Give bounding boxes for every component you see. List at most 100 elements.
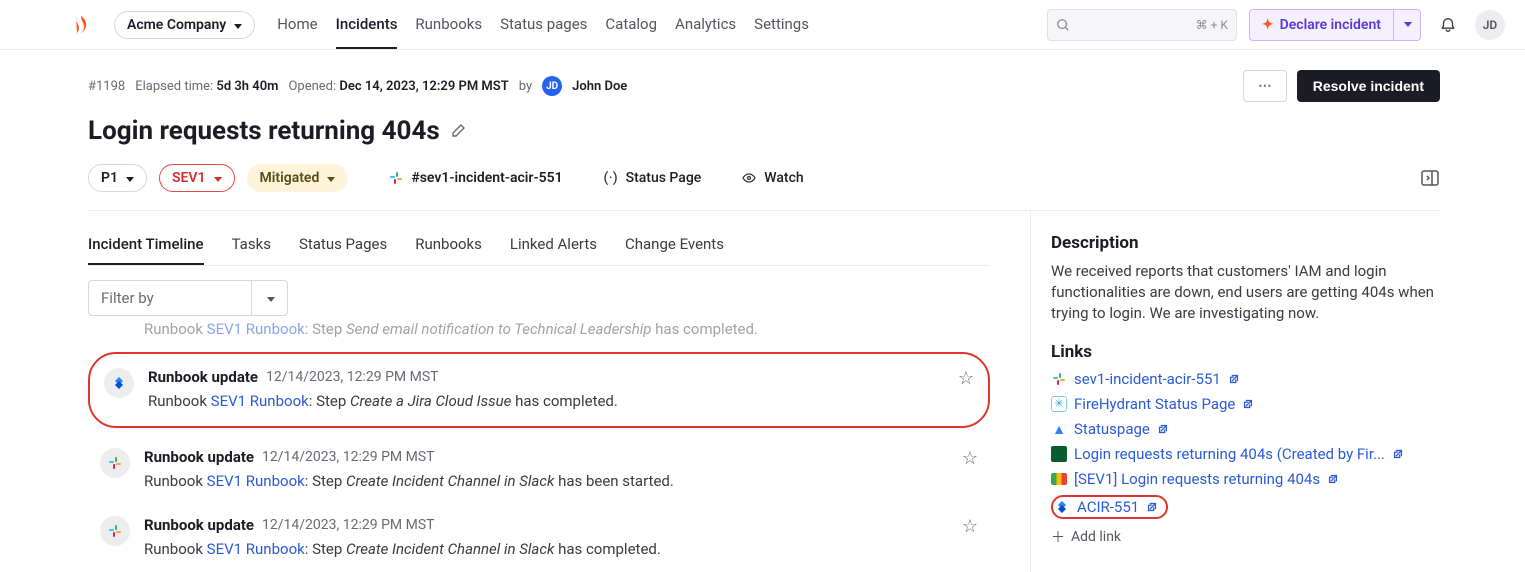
sidebar-link: ACIR-551: [1051, 495, 1168, 519]
event-body: Runbook SEV1 Runbook: Step Create Incide…: [144, 472, 948, 490]
plus-icon: ＋: [1051, 527, 1065, 547]
tab-linked-alerts[interactable]: Linked Alerts: [510, 225, 597, 265]
event-timestamp: 12/14/2023, 12:29 PM MST: [266, 369, 438, 385]
declare-label: Declare incident: [1280, 17, 1381, 33]
by-label: by: [519, 79, 532, 94]
external-icon: [1327, 473, 1339, 485]
star-button[interactable]: ☆: [958, 368, 974, 389]
search-icon: [1056, 18, 1070, 32]
sidebar-link: Login requests returning 404s (Created b…: [1051, 445, 1440, 463]
tab-runbooks[interactable]: Runbooks: [415, 225, 482, 265]
event-title: Runbook update: [148, 368, 258, 386]
org-name: Acme Company: [127, 17, 226, 33]
declare-split-button[interactable]: [1393, 10, 1420, 40]
tab-status-pages[interactable]: Status Pages: [299, 225, 387, 265]
search-kbd: ⌘ + K: [1196, 18, 1228, 32]
sidebar-link: ✳ FireHydrant Status Page: [1051, 395, 1440, 413]
incident-title: Login requests returning 404s: [88, 116, 440, 146]
resolve-incident-button[interactable]: Resolve incident: [1297, 70, 1440, 102]
external-icon: [1392, 448, 1404, 460]
sidebar-link-anchor[interactable]: Statuspage: [1074, 420, 1150, 438]
declare-incident-button[interactable]: ✦ Declare incident: [1249, 9, 1421, 41]
status-page-link[interactable]: (⋅) Status Page: [603, 170, 702, 186]
watch-button[interactable]: Watch: [741, 170, 803, 186]
search-input[interactable]: ⌘ + K: [1047, 9, 1237, 41]
link-icon: ✳: [1051, 396, 1067, 412]
runbook-link[interactable]: SEV1 Runbook: [207, 472, 305, 490]
nav-link-analytics[interactable]: Analytics: [675, 1, 736, 49]
nav-link-runbooks[interactable]: Runbooks: [415, 1, 482, 49]
sidebar-link-anchor[interactable]: ACIR-551: [1077, 498, 1139, 516]
event-icon: [104, 368, 134, 398]
star-button[interactable]: ☆: [962, 516, 978, 537]
more-actions-button[interactable]: ⋯: [1243, 70, 1287, 102]
runbook-link[interactable]: SEV1 Runbook: [211, 392, 309, 410]
details-sidebar: Description We received reports that cus…: [1030, 211, 1440, 572]
logo-icon: [70, 13, 94, 37]
filter-dropdown[interactable]: Filter by: [88, 280, 288, 316]
eye-icon: [741, 170, 757, 186]
sidebar-link-anchor[interactable]: sev1-incident-acir-551: [1074, 370, 1221, 388]
event-title: Runbook update: [144, 516, 254, 534]
tab-change-events[interactable]: Change Events: [625, 225, 724, 265]
event-body: Runbook SEV1 Runbook: Step Create Incide…: [144, 540, 948, 558]
notifications-button[interactable]: [1433, 10, 1463, 40]
event-timestamp: 12/14/2023, 12:29 PM MST: [262, 449, 434, 465]
add-link-button[interactable]: ＋ Add link: [1051, 527, 1440, 547]
tab-tasks[interactable]: Tasks: [232, 225, 271, 265]
sidebar-link-anchor[interactable]: FireHydrant Status Page: [1074, 395, 1235, 413]
event-timestamp: 12/14/2023, 12:29 PM MST: [262, 517, 434, 533]
nav-link-settings[interactable]: Settings: [754, 1, 809, 49]
opened-label: Opened:: [288, 79, 336, 94]
event-title: Runbook update: [144, 448, 254, 466]
opened-value: Dec 14, 2023, 12:29 PM MST: [339, 79, 508, 94]
nav-link-catalog[interactable]: Catalog: [605, 1, 657, 49]
chevron-down-icon: [232, 17, 242, 33]
user-avatar[interactable]: JD: [1475, 10, 1505, 40]
slack-channel-label: #sev1-incident-acir-551: [411, 170, 562, 186]
nav-link-home[interactable]: Home: [277, 1, 317, 49]
elapsed-value: 5d 3h 40m: [216, 79, 278, 94]
fire-icon: ✦: [1262, 17, 1274, 33]
star-button[interactable]: ☆: [962, 448, 978, 469]
slack-icon: [388, 170, 404, 186]
external-icon: [1157, 423, 1169, 435]
timeline-cutoff-entry: Runbook SEV1 Runbook: Step Send email no…: [88, 322, 990, 348]
state-label: Mitigated: [260, 170, 320, 186]
sidebar-link-anchor[interactable]: Login requests returning 404s (Created b…: [1074, 445, 1385, 463]
broadcast-icon: (⋅): [603, 170, 619, 186]
state-pill[interactable]: Mitigated: [247, 164, 349, 192]
runbook-link[interactable]: SEV1 Runbook: [207, 540, 305, 558]
tabs: Incident Timeline Tasks Status Pages Runboo…: [88, 225, 990, 266]
org-switcher[interactable]: Acme Company: [114, 11, 255, 39]
add-link-label: Add link: [1071, 529, 1121, 545]
links-heading: Links: [1051, 342, 1440, 362]
severity-pill[interactable]: SEV1: [159, 164, 235, 192]
nav-link-incidents[interactable]: Incidents: [336, 1, 398, 49]
status-row: P1 SEV1 Mitigated #sev1-incident-acir-55…: [88, 164, 1440, 192]
incident-id: #1198: [88, 79, 125, 94]
timeline-event: Runbook update 12/14/2023, 12:29 PM MST Ru…: [88, 504, 990, 572]
severity-label: SEV1: [172, 170, 206, 186]
creator-avatar: JD: [542, 76, 562, 96]
nav-link-status-pages[interactable]: Status pages: [500, 1, 587, 49]
link-icon: [1051, 446, 1067, 462]
timeline-event: Runbook update 12/14/2023, 12:29 PM MST Ru…: [88, 352, 990, 428]
edit-title-button[interactable]: [450, 123, 466, 139]
priority-pill[interactable]: P1: [88, 164, 147, 192]
creator-name: John Doe: [572, 79, 627, 94]
incident-meta: #1198 Elapsed time: 5d 3h 40m Opened: De…: [88, 70, 1440, 102]
tab-incident-timeline[interactable]: Incident Timeline: [88, 225, 204, 265]
external-icon: [1228, 373, 1240, 385]
link-icon: [1054, 499, 1070, 515]
chevron-down-icon: [124, 170, 134, 186]
toggle-panel-button[interactable]: [1420, 168, 1440, 188]
chevron-down-icon: [251, 281, 287, 315]
chevron-down-icon: [212, 170, 222, 186]
description-text: We received reports that customers' IAM …: [1051, 261, 1440, 324]
event-body: Runbook SEV1 Runbook: Step Create a Jira…: [148, 392, 944, 410]
slack-channel-link[interactable]: #sev1-incident-acir-551: [388, 170, 562, 186]
top-nav: Acme Company Home Incidents Runbooks Status…: [0, 0, 1525, 50]
sidebar-link-anchor[interactable]: [SEV1] Login requests returning 404s: [1074, 470, 1320, 488]
nav-links: Home Incidents Runbooks Status pages Catalog…: [277, 1, 809, 49]
